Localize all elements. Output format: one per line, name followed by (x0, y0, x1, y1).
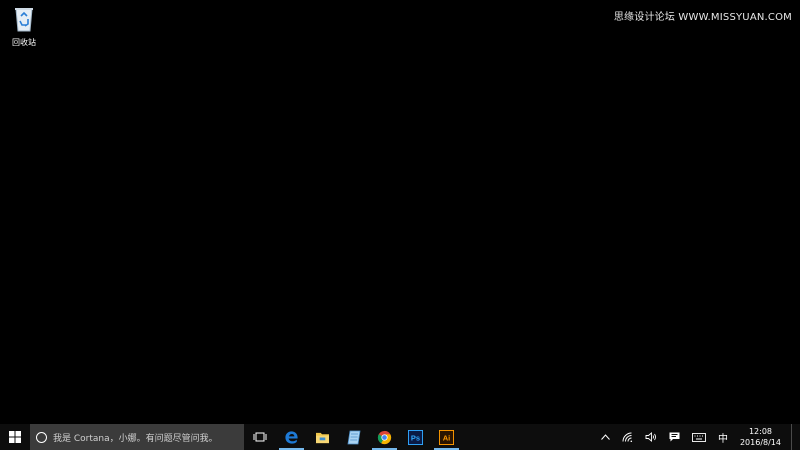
taskbar-app-notepad[interactable] (338, 424, 369, 450)
recycle-bin-icon (15, 8, 33, 32)
input-method-indicator[interactable]: 中 (712, 424, 734, 450)
illustrator-label: Ai (443, 433, 451, 442)
taskbar-app-edge[interactable] (276, 424, 307, 450)
volume-button[interactable] (639, 424, 663, 450)
photoshop-label: Ps (411, 433, 420, 442)
chevron-up-icon (601, 434, 610, 440)
taskbar-app-illustrator[interactable]: Ai (431, 424, 462, 450)
windows-logo-icon (9, 431, 21, 443)
task-view-button[interactable] (244, 424, 276, 450)
touch-keyboard-button[interactable] (686, 424, 712, 450)
cortana-search-box[interactable]: 我是 Cortana，小娜。有问题尽管问我。 (30, 424, 244, 450)
taskbar-app-photoshop[interactable]: Ps (400, 424, 431, 450)
notepad-icon (347, 430, 360, 444)
task-view-icon (253, 432, 267, 442)
pinned-apps: Ps Ai (276, 424, 462, 450)
notification-icon (669, 432, 680, 442)
show-hidden-icons-button[interactable] (595, 424, 616, 450)
keyboard-icon (692, 432, 706, 442)
watermark: 思缘设计论坛 WWW.MISSYUAN.COM (613, 12, 792, 23)
wifi-icon (622, 432, 633, 442)
illustrator-icon: Ai (439, 429, 454, 445)
photoshop-icon: Ps (408, 429, 423, 445)
network-button[interactable] (616, 424, 639, 450)
folder-icon (316, 432, 329, 443)
show-desktop-button[interactable] (791, 424, 796, 450)
system-tray: 中 12:08 2016/8/14 (595, 424, 800, 450)
speaker-icon (645, 432, 656, 442)
clock-date: 2016/8/14 (739, 438, 781, 447)
chrome-icon (377, 430, 392, 444)
search-placeholder: 我是 Cortana，小娜。有问题尽管问我。 (53, 433, 218, 444)
edge-icon (285, 430, 298, 444)
action-center-button[interactable] (663, 424, 686, 450)
desktop-icon-recycle-bin[interactable]: 回收站 (4, 4, 44, 48)
start-button[interactable] (0, 424, 30, 450)
desktop-icon-label: 回收站 (12, 38, 36, 47)
clock[interactable]: 12:08 2016/8/14 (734, 426, 787, 448)
taskbar-app-file-explorer[interactable] (307, 424, 338, 450)
cortana-circle-icon (36, 431, 47, 443)
taskbar: 我是 Cortana，小娜。有问题尽管问我。 Ps Ai 中 12:08 201… (0, 424, 800, 450)
clock-time: 12:08 (748, 427, 773, 436)
taskbar-app-chrome[interactable] (369, 424, 400, 450)
